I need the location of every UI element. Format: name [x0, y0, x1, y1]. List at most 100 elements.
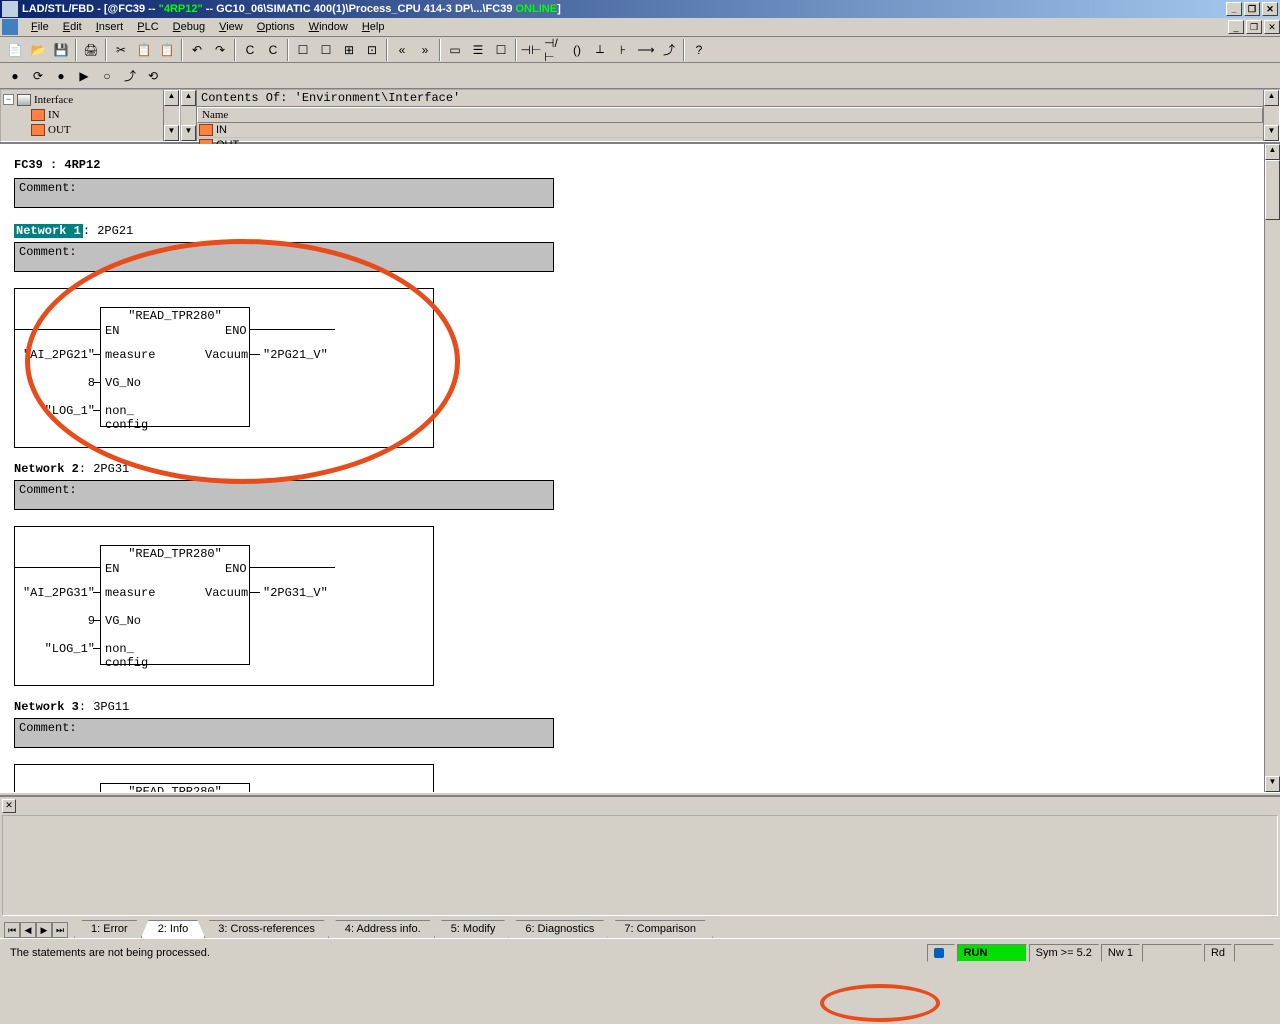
- menu-view[interactable]: View: [212, 19, 250, 35]
- scroll-up-icon[interactable]: ▲: [1264, 90, 1279, 106]
- toolbar-button[interactable]: ☐: [315, 39, 337, 61]
- toolbar-button[interactable]: ⊞: [338, 39, 360, 61]
- toolbar-button[interactable]: ▶: [73, 65, 95, 87]
- function-block-area[interactable]: "READ_TPR280"ENENO"AI_2PG31"measure9VG_N…: [14, 526, 434, 686]
- interface-tree-pane: − Interface IN OUT ▲ ▼: [0, 89, 180, 142]
- output-tab[interactable]: 3: Cross-references: [201, 920, 332, 938]
- output-tab[interactable]: 1: Error: [74, 920, 145, 938]
- toolbar-button[interactable]: ⊣/⊢: [543, 39, 565, 61]
- tree-scrollbar[interactable]: ▲ ▼: [163, 90, 179, 141]
- output-close-button[interactable]: ✕: [2, 799, 16, 813]
- toolbar-button[interactable]: 📄: [4, 39, 26, 61]
- toolbar-button[interactable]: ☰: [467, 39, 489, 61]
- editor-area[interactable]: FC39 : 4RP12Comment:Network 1: 2PG21Comm…: [0, 144, 1280, 792]
- editor-scrollbar[interactable]: ▲ ▼: [1264, 144, 1280, 792]
- scroll-up-icon[interactable]: ▲: [164, 90, 179, 106]
- menu-file[interactable]: File: [24, 19, 56, 35]
- mdi-icon[interactable]: [2, 19, 18, 35]
- toolbar-button[interactable]: ⊡: [361, 39, 383, 61]
- toolbar-button[interactable]: ⟳: [27, 65, 49, 87]
- toolbar-button[interactable]: ?: [688, 39, 710, 61]
- tab-first-button[interactable]: ⏮: [4, 922, 20, 938]
- toolbar-button[interactable]: C: [262, 39, 284, 61]
- menu-insert[interactable]: Insert: [89, 19, 131, 35]
- tree-item-in[interactable]: IN: [3, 107, 161, 122]
- menu-window[interactable]: Window: [302, 19, 355, 35]
- toolbar-button[interactable]: 📋: [156, 39, 178, 61]
- toolbar-button[interactable]: ○: [96, 65, 118, 87]
- mdi-close-button[interactable]: ✕: [1264, 20, 1280, 34]
- toolbar-button[interactable]: 💾: [50, 39, 72, 61]
- fc-comment-box[interactable]: Comment:: [14, 178, 554, 208]
- status-empty2: [1234, 944, 1274, 962]
- annotation-ellipse-status: [820, 984, 940, 1022]
- toolbar-button[interactable]: »: [414, 39, 436, 61]
- menu-help[interactable]: Help: [355, 19, 392, 35]
- status-sym: Sym >= 5.2: [1029, 944, 1099, 962]
- toolbar-button[interactable]: ✂: [110, 39, 132, 61]
- toolbar-button[interactable]: ●: [50, 65, 72, 87]
- function-block-area[interactable]: "READ_TPR280"ENENO"AI_2PG21"measure8VG_N…: [14, 288, 434, 448]
- toolbar-button[interactable]: (): [566, 39, 588, 61]
- toolbar-button[interactable]: C: [239, 39, 261, 61]
- collapse-icon[interactable]: −: [3, 94, 14, 105]
- list-item[interactable]: IN: [197, 123, 1263, 138]
- maximize-button[interactable]: ❐: [1244, 2, 1260, 16]
- scroll-down-icon[interactable]: ▼: [1265, 776, 1280, 792]
- toolbar-button[interactable]: ●: [4, 65, 26, 87]
- scroll-down-icon[interactable]: ▼: [181, 125, 196, 141]
- function-block-area[interactable]: "READ_TPR280"ENENO: [14, 764, 434, 792]
- scroll-up-icon[interactable]: ▲: [1265, 144, 1280, 160]
- toolbar-button[interactable]: ⊦: [612, 39, 634, 61]
- output-body[interactable]: [2, 815, 1278, 916]
- output-tab[interactable]: 5: Modify: [434, 920, 513, 938]
- mdi-minimize-button[interactable]: _: [1228, 20, 1244, 34]
- minimize-button[interactable]: _: [1226, 2, 1242, 16]
- network-comment-box[interactable]: Comment:: [14, 480, 554, 510]
- port-eno: ENO: [225, 324, 247, 338]
- output-tab[interactable]: 7: Comparison: [607, 920, 713, 938]
- tree-item-out[interactable]: OUT: [3, 122, 161, 137]
- toolbar-button[interactable]: ⟲: [142, 65, 164, 87]
- toolbar-button[interactable]: ☐: [490, 39, 512, 61]
- list-scrollbar-right[interactable]: ▲ ▼: [1263, 90, 1279, 141]
- toolbar-button[interactable]: ⊣⊢: [520, 39, 542, 61]
- close-button[interactable]: ✕: [1262, 2, 1278, 16]
- toolbar-button[interactable]: 📂: [27, 39, 49, 61]
- tab-next-button[interactable]: ▶: [36, 922, 52, 938]
- network-comment-box[interactable]: Comment:: [14, 718, 554, 748]
- scroll-down-icon[interactable]: ▼: [164, 125, 179, 141]
- toolbar-button[interactable]: ⟂: [589, 39, 611, 61]
- menu-edit[interactable]: Edit: [56, 19, 89, 35]
- network-label[interactable]: Network 3: [14, 700, 79, 714]
- toolbar-button[interactable]: ☐: [292, 39, 314, 61]
- menu-debug[interactable]: Debug: [166, 19, 212, 35]
- app-icon: [2, 1, 18, 17]
- toolbar-button[interactable]: «: [391, 39, 413, 61]
- menu-plc[interactable]: PLC: [130, 19, 165, 35]
- network-label[interactable]: Network 1: [14, 224, 83, 238]
- scroll-down-icon[interactable]: ▼: [1264, 125, 1279, 141]
- toolbar-button[interactable]: 📋: [133, 39, 155, 61]
- tab-prev-button[interactable]: ◀: [20, 922, 36, 938]
- toolbar-button[interactable]: ⤴: [119, 65, 141, 87]
- output-tab[interactable]: 6: Diagnostics: [508, 920, 611, 938]
- mdi-restore-button[interactable]: ❐: [1246, 20, 1262, 34]
- output-tab[interactable]: 2: Info: [141, 920, 206, 938]
- list-scrollbar-left[interactable]: ▲ ▼: [181, 90, 197, 141]
- toolbar-button[interactable]: ⟶: [635, 39, 657, 61]
- toolbar-button[interactable]: 🖨: [80, 39, 102, 61]
- column-header-name[interactable]: Name: [197, 107, 1263, 123]
- toolbar-button[interactable]: ▭: [444, 39, 466, 61]
- scroll-up-icon[interactable]: ▲: [181, 90, 196, 106]
- network-label[interactable]: Network 2: [14, 462, 79, 476]
- tree-root[interactable]: − Interface: [3, 92, 161, 107]
- toolbar-button[interactable]: ↷: [209, 39, 231, 61]
- toolbar-button[interactable]: ↶: [186, 39, 208, 61]
- menu-options[interactable]: Options: [250, 19, 302, 35]
- scroll-thumb[interactable]: [1265, 160, 1280, 220]
- tab-last-button[interactable]: ⏭: [52, 922, 68, 938]
- output-tab[interactable]: 4: Address info.: [328, 920, 438, 938]
- toolbar-button[interactable]: ⤴: [658, 39, 680, 61]
- network-comment-box[interactable]: Comment:: [14, 242, 554, 272]
